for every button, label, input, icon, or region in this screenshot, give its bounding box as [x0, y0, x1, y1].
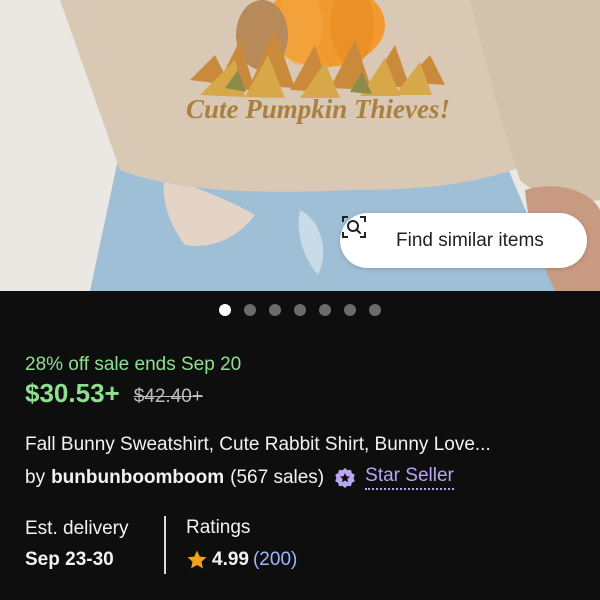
find-similar-button[interactable]: Find similar items: [340, 213, 587, 268]
product-image[interactable]: Cute Pumpkin Thieves! Find similar items: [0, 0, 600, 291]
listing-title[interactable]: Fall Bunny Sweatshirt, Cute Rabbit Shirt…: [25, 434, 585, 456]
price-row: $30.53+ $42.40+: [25, 378, 203, 409]
star-seller-badge-icon: [334, 467, 356, 489]
current-price: $30.53+: [25, 378, 120, 408]
carousel-dot[interactable]: [294, 304, 306, 316]
camera-search-icon: [342, 216, 386, 255]
carousel-dot[interactable]: [269, 304, 281, 316]
rating-score: 4.99: [212, 549, 249, 570]
delivery-info: Est. delivery Sep 23-30: [25, 518, 128, 571]
carousel-dot[interactable]: [319, 304, 331, 316]
carousel-dot[interactable]: [244, 304, 256, 316]
carousel-dot[interactable]: [369, 304, 381, 316]
star-seller-link[interactable]: Star Seller: [365, 465, 454, 490]
shop-name-link[interactable]: bunbunboomboom: [51, 467, 224, 489]
ratings-label: Ratings: [186, 517, 251, 538]
shirt-print-text: Cute Pumpkin Thieves!: [186, 94, 450, 124]
ratings-info[interactable]: Ratings 4.99 (200): [186, 517, 297, 571]
carousel-dot[interactable]: [344, 304, 356, 316]
by-label: by: [25, 466, 46, 488]
delivery-date: Sep 23-30: [25, 549, 114, 570]
find-similar-label: Find similar items: [396, 229, 544, 251]
rating-count-link[interactable]: (200): [253, 549, 297, 571]
original-price: $42.40+: [133, 386, 203, 407]
shop-sales-count: (567 sales): [230, 466, 325, 488]
info-divider: [164, 516, 166, 574]
ratings-value: 4.99 (200): [186, 549, 297, 571]
carousel-dot[interactable]: [219, 304, 231, 316]
delivery-label: Est. delivery: [25, 518, 129, 539]
sale-notice: 28% off sale ends Sep 20: [25, 354, 242, 375]
star-icon: [186, 549, 208, 571]
image-carousel-dots: [0, 300, 600, 320]
seller-row: by bunbunboomboom (567 sales) Star Selle…: [25, 465, 454, 490]
